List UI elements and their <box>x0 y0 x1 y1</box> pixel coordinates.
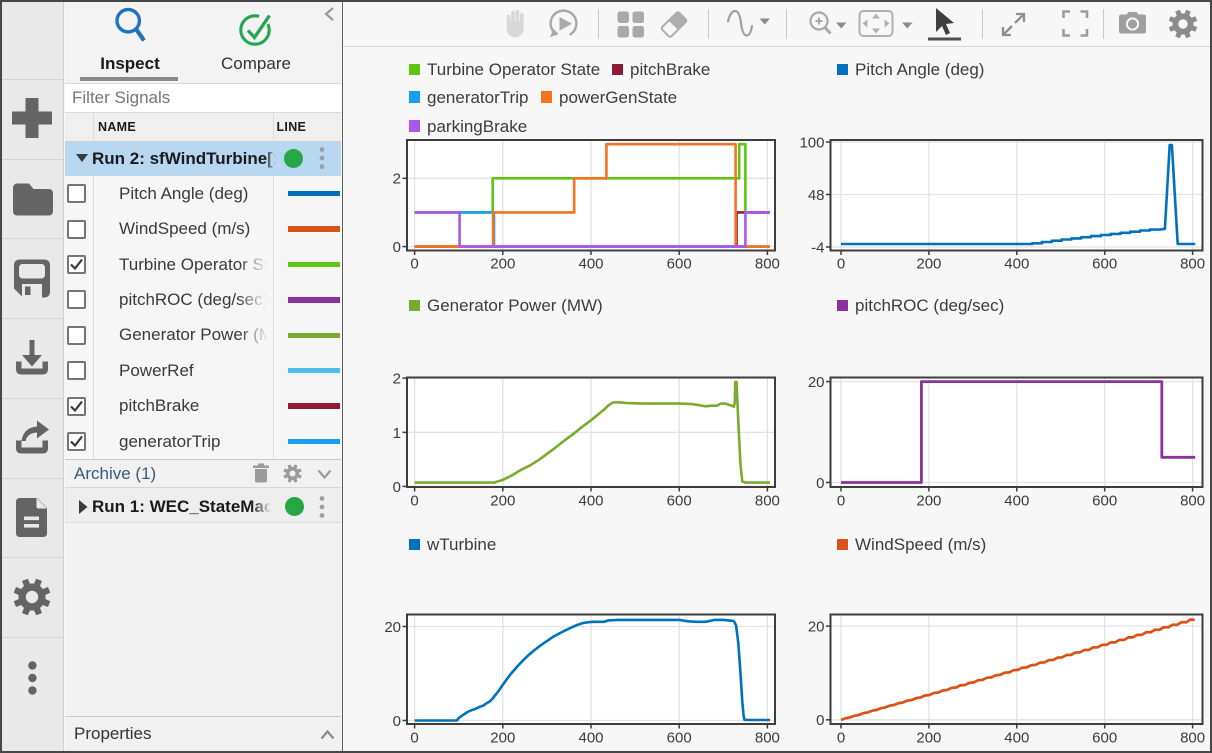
svg-text:800: 800 <box>1180 493 1205 510</box>
svg-text:-4: -4 <box>811 239 824 256</box>
svg-text:400: 400 <box>1004 730 1029 747</box>
svg-text:800: 800 <box>755 493 780 510</box>
svg-text:0: 0 <box>393 239 401 256</box>
svg-text:400: 400 <box>578 493 603 510</box>
svg-text:1: 1 <box>393 425 401 442</box>
svg-text:600: 600 <box>1092 730 1117 747</box>
svg-text:400: 400 <box>578 256 603 273</box>
svg-text:48: 48 <box>808 187 825 204</box>
svg-text:600: 600 <box>1092 256 1117 273</box>
svg-text:800: 800 <box>755 256 780 273</box>
svg-text:800: 800 <box>755 730 780 747</box>
svg-text:0: 0 <box>816 712 824 729</box>
svg-text:0: 0 <box>837 493 845 510</box>
svg-text:600: 600 <box>667 256 692 273</box>
svg-text:0: 0 <box>410 493 418 510</box>
svg-text:0: 0 <box>393 713 401 730</box>
svg-text:20: 20 <box>808 619 825 636</box>
svg-text:600: 600 <box>1092 493 1117 510</box>
svg-text:0: 0 <box>837 730 845 747</box>
svg-text:100: 100 <box>799 134 824 151</box>
svg-text:0: 0 <box>816 475 824 492</box>
svg-text:800: 800 <box>1180 256 1205 273</box>
svg-text:200: 200 <box>916 493 941 510</box>
svg-text:200: 200 <box>490 493 515 510</box>
svg-text:0: 0 <box>410 730 418 747</box>
svg-text:200: 200 <box>490 256 515 273</box>
svg-text:2: 2 <box>393 371 401 388</box>
svg-text:800: 800 <box>1180 730 1205 747</box>
svg-text:200: 200 <box>916 730 941 747</box>
svg-text:0: 0 <box>410 256 418 273</box>
svg-text:600: 600 <box>667 730 692 747</box>
svg-text:0: 0 <box>837 256 845 273</box>
svg-text:20: 20 <box>808 374 825 391</box>
svg-text:0: 0 <box>393 479 401 496</box>
svg-text:400: 400 <box>578 730 603 747</box>
svg-text:200: 200 <box>490 730 515 747</box>
svg-text:20: 20 <box>384 619 401 636</box>
svg-text:400: 400 <box>1004 256 1029 273</box>
svg-text:400: 400 <box>1004 493 1029 510</box>
svg-text:2: 2 <box>393 171 401 188</box>
svg-text:600: 600 <box>667 493 692 510</box>
svg-text:200: 200 <box>916 256 941 273</box>
